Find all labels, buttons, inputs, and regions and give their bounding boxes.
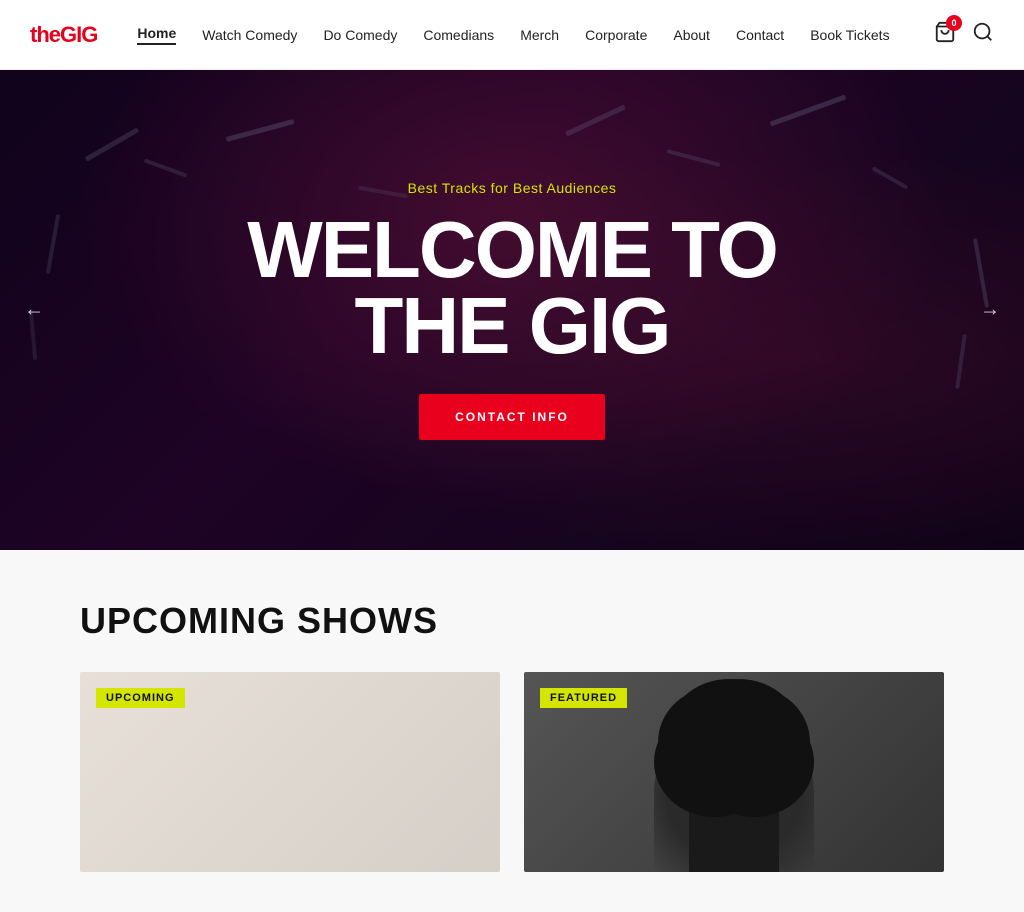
show-tag-2: FEATURED [540, 688, 627, 708]
nav-item-comedians[interactable]: Comedians [423, 27, 494, 43]
logo-brand: GIG [60, 22, 97, 47]
nav-item-about[interactable]: About [673, 27, 710, 43]
hero-subtitle: Best Tracks for Best Audiences [408, 180, 617, 196]
hero-content: Best Tracks for Best Audiences WELCOME T… [0, 70, 1024, 550]
search-icon [972, 21, 994, 43]
nav-item-merch[interactable]: Merch [520, 27, 559, 43]
show-card-1[interactable]: UPCOMING [80, 672, 500, 872]
logo-prefix: the [30, 22, 60, 47]
shows-grid: UPCOMING FEATURED [80, 672, 944, 872]
main-nav: Home Watch Comedy Do Comedy Comedians Me… [137, 25, 934, 45]
hero-title: WELCOME TO THE GIG [247, 212, 777, 364]
search-button[interactable] [972, 21, 994, 48]
show-card-2[interactable]: FEATURED [524, 672, 944, 872]
nav-item-home[interactable]: Home [137, 25, 176, 45]
hero-section: Best Tracks for Best Audiences WELCOME T… [0, 70, 1024, 550]
cart-badge: 0 [946, 15, 962, 31]
nav-item-contact[interactable]: Contact [736, 27, 784, 43]
upcoming-title: UPCOMING SHOWS [80, 600, 944, 642]
hero-cta-button[interactable]: CONTACT INFO [419, 394, 605, 440]
logo[interactable]: theGIG [30, 22, 97, 48]
show-tag-1: UPCOMING [96, 688, 185, 708]
cart-button[interactable]: 0 [934, 21, 956, 48]
nav-item-book-tickets[interactable]: Book Tickets [810, 27, 889, 43]
nav-item-corporate[interactable]: Corporate [585, 27, 647, 43]
header-icons: 0 [934, 21, 994, 48]
nav-item-watch-comedy[interactable]: Watch Comedy [202, 27, 297, 43]
upcoming-section: UPCOMING SHOWS UPCOMING FEATURED [0, 550, 1024, 912]
hero-next-button[interactable]: → [980, 299, 1000, 322]
comedian-silhouette [669, 712, 799, 872]
header: theGIG Home Watch Comedy Do Comedy Comed… [0, 0, 1024, 70]
nav-item-do-comedy[interactable]: Do Comedy [323, 27, 397, 43]
hero-prev-button[interactable]: ← [24, 299, 44, 322]
hero-title-line2: THE GIG [355, 281, 670, 370]
